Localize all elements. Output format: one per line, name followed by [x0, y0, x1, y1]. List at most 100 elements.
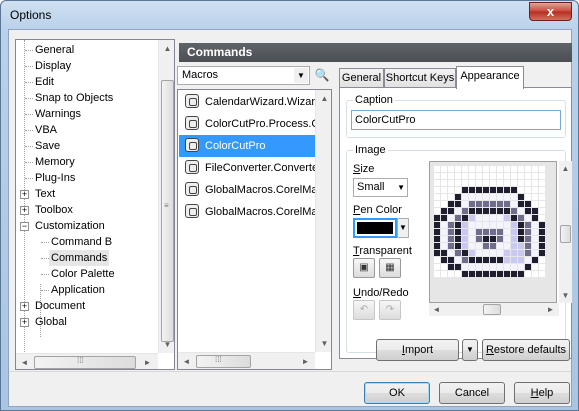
pixel-cell[interactable] [462, 222, 468, 228]
pixel-cell[interactable] [434, 201, 440, 207]
list-item[interactable]: GlobalMacros.CorelMacr [179, 179, 316, 201]
pixel-cell[interactable] [455, 264, 461, 270]
pixel-cell[interactable] [518, 208, 524, 214]
pixel-cell[interactable] [504, 194, 510, 200]
pixel-cell[interactable] [497, 243, 503, 249]
scroll-up-icon[interactable]: ▲ [317, 91, 331, 106]
pixel-cell[interactable] [455, 271, 461, 277]
pixel-cell[interactable] [504, 236, 510, 242]
pixel-cell[interactable] [490, 271, 496, 277]
tree-item-document[interactable]: Document [35, 298, 85, 314]
pixel-cell[interactable] [511, 201, 517, 207]
pixel-hscroll-thumb[interactable] [483, 304, 501, 315]
pixel-cell[interactable] [476, 222, 482, 228]
pixel-cell[interactable] [462, 271, 468, 277]
pixel-cell[interactable] [504, 257, 510, 263]
pixel-cell[interactable] [532, 180, 538, 186]
pixel-cell[interactable] [448, 250, 454, 256]
pixel-cell[interactable] [532, 271, 538, 277]
expand-text-icon[interactable]: + [20, 190, 29, 199]
pixel-cell[interactable] [476, 215, 482, 221]
pixel-cell[interactable] [469, 222, 475, 228]
pixel-cell[interactable] [532, 187, 538, 193]
pixel-cell[interactable] [448, 271, 454, 277]
pixel-cell[interactable] [455, 208, 461, 214]
pixel-cell[interactable] [476, 166, 482, 172]
pixel-cell[interactable] [469, 229, 475, 235]
pixel-cell[interactable] [490, 166, 496, 172]
pixel-cell[interactable] [448, 187, 454, 193]
pixel-cell[interactable] [434, 194, 440, 200]
pixel-cell[interactable] [539, 208, 545, 214]
pixel-cell[interactable] [497, 180, 503, 186]
scroll-right-icon[interactable]: ► [140, 355, 155, 369]
pixel-cell[interactable] [469, 180, 475, 186]
command-list[interactable]: CalendarWizard.Wizard.C ColorCutPro.Proc… [177, 89, 332, 370]
pixel-cell[interactable] [511, 236, 517, 242]
pixel-cell[interactable] [497, 222, 503, 228]
pixel-cell[interactable] [490, 194, 496, 200]
pixel-cell[interactable] [539, 229, 545, 235]
scroll-left-icon[interactable]: ◄ [429, 302, 444, 317]
pixel-cell[interactable] [525, 201, 531, 207]
command-list-hscroll-thumb[interactable]: ⁞⁞⁞ [196, 355, 251, 368]
pixel-cell[interactable] [539, 166, 545, 172]
pixel-cell[interactable] [532, 264, 538, 270]
pixel-cell[interactable] [525, 194, 531, 200]
pixel-cell[interactable] [434, 173, 440, 179]
pixel-cell[interactable] [490, 208, 496, 214]
pixel-cell[interactable] [539, 257, 545, 263]
tree-item-snap-to-objects[interactable]: Snap to Objects [35, 90, 113, 106]
pixel-cell[interactable] [504, 208, 510, 214]
pixel-cell[interactable] [476, 187, 482, 193]
pixel-cell[interactable] [504, 271, 510, 277]
list-item[interactable]: GlobalMacros.CorelMacr [179, 201, 316, 223]
redo-button[interactable]: ↷ [379, 300, 401, 320]
pixel-cell[interactable] [462, 215, 468, 221]
expand-document-icon[interactable]: + [20, 302, 29, 311]
pixel-cell[interactable] [448, 194, 454, 200]
pixel-cell[interactable] [469, 243, 475, 249]
pixel-cell[interactable] [455, 180, 461, 186]
pixel-cell[interactable] [532, 250, 538, 256]
pixel-cell[interactable] [476, 264, 482, 270]
pixel-cell[interactable] [462, 250, 468, 256]
expand-global-icon[interactable]: + [20, 318, 29, 327]
pixel-cell[interactable] [532, 229, 538, 235]
pixel-cell[interactable] [497, 215, 503, 221]
caption-input[interactable]: ColorCutPro [351, 110, 561, 130]
pixel-cell[interactable] [448, 173, 454, 179]
pixel-cell[interactable] [448, 222, 454, 228]
pixel-cell[interactable] [434, 222, 440, 228]
pixel-cell[interactable] [497, 257, 503, 263]
pixel-cell[interactable] [483, 208, 489, 214]
pixel-cell[interactable] [504, 173, 510, 179]
tree-item-warnings[interactable]: Warnings [35, 106, 81, 122]
pixel-cell[interactable] [511, 222, 517, 228]
pixel-cell[interactable] [441, 229, 447, 235]
pixel-cell[interactable] [518, 166, 524, 172]
pixel-cell[interactable] [539, 264, 545, 270]
pixel-cell[interactable] [532, 166, 538, 172]
pixel-cell[interactable] [490, 180, 496, 186]
tab-shortcut-keys[interactable]: Shortcut Keys [384, 68, 456, 88]
tree-item-global[interactable]: Global [35, 314, 67, 330]
pixel-cell[interactable] [525, 208, 531, 214]
pixel-cell[interactable] [511, 257, 517, 263]
list-item-selected[interactable]: ColorCutPro [179, 135, 316, 157]
pixel-cell[interactable] [539, 187, 545, 193]
pixel-cell[interactable] [434, 229, 440, 235]
pixel-cell[interactable] [490, 250, 496, 256]
pixel-cell[interactable] [469, 215, 475, 221]
tree-item-command-bars[interactable]: Command B [51, 234, 112, 250]
pixel-cell[interactable] [539, 271, 545, 277]
pixel-cell[interactable] [469, 194, 475, 200]
pixel-cell[interactable] [476, 208, 482, 214]
pixel-cell[interactable] [511, 180, 517, 186]
pixel-cell[interactable] [469, 236, 475, 242]
pixel-cell[interactable] [462, 187, 468, 193]
tree-item-save[interactable]: Save [35, 138, 60, 154]
pixel-cell[interactable] [511, 243, 517, 249]
pixel-cell[interactable] [490, 187, 496, 193]
pixel-cell[interactable] [504, 166, 510, 172]
